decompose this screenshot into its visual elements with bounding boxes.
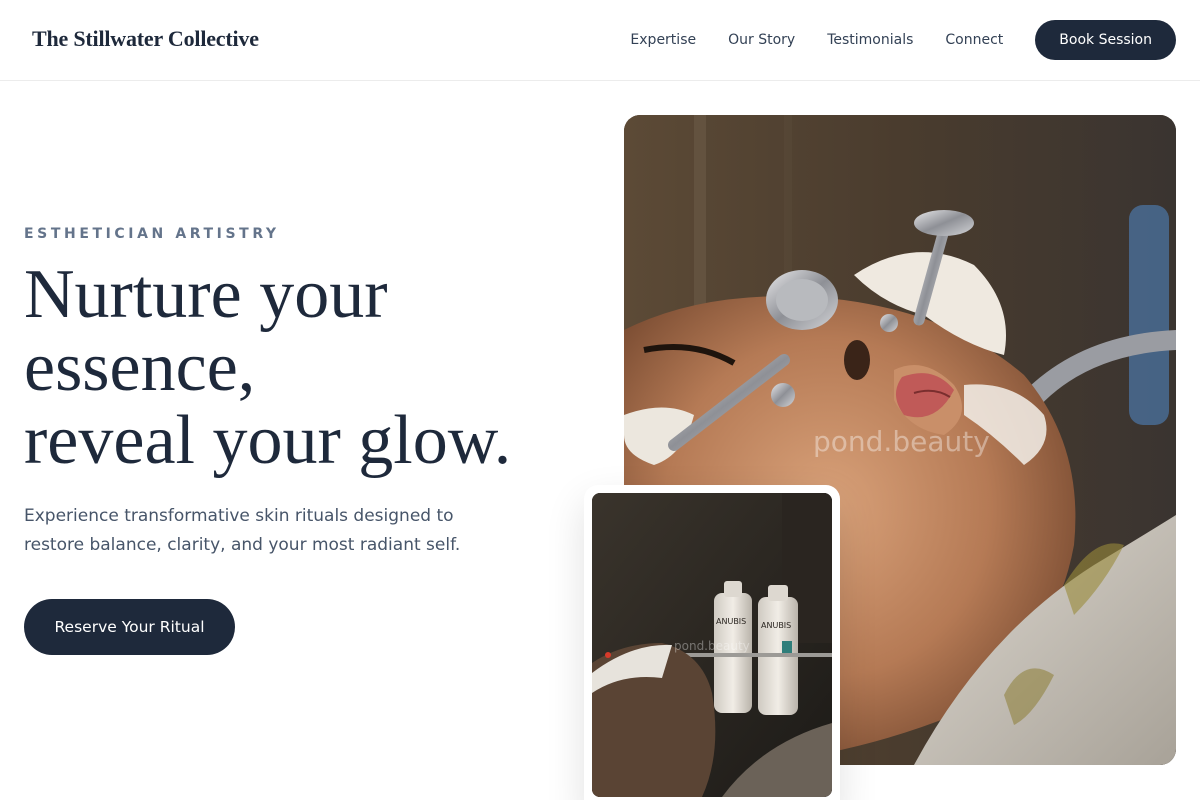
nav-link-connect[interactable]: Connect (945, 32, 1003, 48)
brand-logo[interactable]: The Stillwater Collective (32, 26, 259, 52)
main-nav: Expertise Our Story Testimonials Connect… (630, 20, 1176, 60)
hero-eyebrow: ESTHETICIAN ARTISTRY (24, 226, 280, 242)
reserve-ritual-button[interactable]: Reserve Your Ritual (24, 599, 235, 655)
bottle-brand-label-2: ANUBIS (761, 621, 792, 630)
hero-subtext: Experience transformative skin rituals d… (24, 506, 461, 555)
main-photo-watermark: pond.beauty (813, 425, 990, 458)
book-session-button[interactable]: Book Session (1035, 20, 1176, 60)
nav-link-testimonials[interactable]: Testimonials (827, 32, 913, 48)
inset-treatment-photo: ANUBIS ANUBIS pond.beauty (592, 493, 832, 797)
nav-link-our-story[interactable]: Our Story (728, 32, 795, 48)
bottle-brand-label-1: ANUBIS (716, 617, 747, 626)
nav-link-expertise[interactable]: Expertise (630, 32, 696, 48)
headline-line-3: reveal your glow. (24, 402, 512, 479)
headline-line-2: essence, (24, 329, 256, 406)
hero-headline: Nurture your essence, reveal your glow. (24, 258, 584, 477)
inset-photo-card: ANUBIS ANUBIS pond.beauty (584, 485, 840, 800)
inset-photo-watermark: pond.beauty (674, 639, 750, 653)
site-header: The Stillwater Collective Expertise Our … (0, 0, 1200, 81)
headline-line-1: Nurture your (24, 256, 388, 333)
